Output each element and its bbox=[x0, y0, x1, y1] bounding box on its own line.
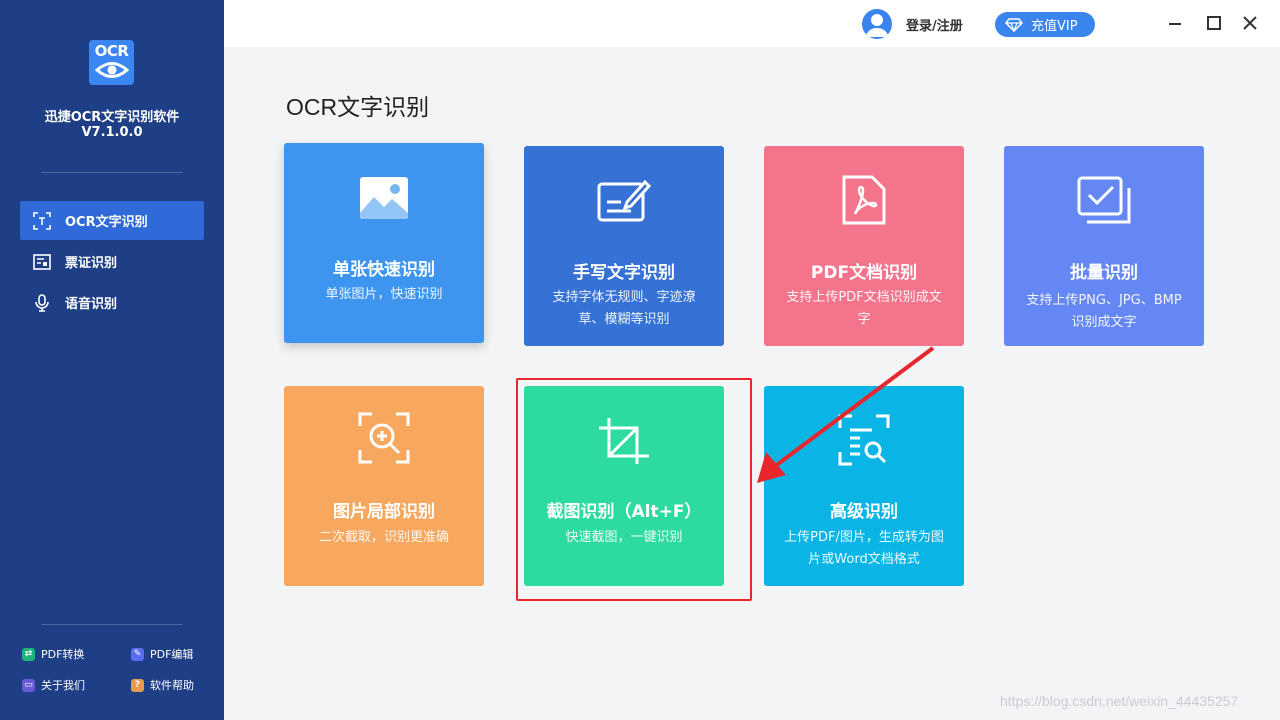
card-desc: 快速截图，一键识别 bbox=[565, 530, 683, 545]
card-single-quick[interactable]: 单张快速识别 单张图片，快速识别 bbox=[284, 143, 484, 343]
microphone-icon bbox=[32, 293, 52, 313]
pdf-edit-icon: ✎ bbox=[131, 647, 144, 661]
foot-link-label: 软件帮助 bbox=[150, 679, 194, 692]
vip-button[interactable]: 充值VIP bbox=[995, 12, 1095, 37]
user-icon bbox=[866, 14, 888, 37]
ticket-icon bbox=[32, 252, 52, 272]
sidebar-item-label: 票证识别 bbox=[65, 256, 118, 271]
card-title: 图片局部识别 bbox=[333, 502, 435, 522]
batch-icon bbox=[1004, 176, 1204, 224]
diamond-icon bbox=[1005, 17, 1023, 32]
sidebar-item-label: OCR文字识别 bbox=[65, 215, 148, 230]
card-desc: 支持字体无规则、字迹潦草、模糊等识别 bbox=[552, 290, 696, 327]
page-title: OCR文字识别 bbox=[286, 94, 430, 120]
app-name: 迅捷OCR文字识别软件 bbox=[44, 110, 180, 125]
foot-link-label: 关于我们 bbox=[41, 679, 85, 692]
pdf-icon bbox=[764, 174, 964, 226]
maximize-icon bbox=[1207, 16, 1221, 30]
login-register-link[interactable]: 登录/注册 bbox=[906, 15, 963, 34]
pdf-convert-link[interactable]: ⇄ PDF转换 bbox=[22, 646, 84, 662]
ocr-scan-icon bbox=[32, 211, 52, 231]
avatar[interactable] bbox=[862, 9, 892, 39]
foot-link-label: PDF编辑 bbox=[150, 648, 194, 661]
card-title: 高级识别 bbox=[830, 502, 898, 522]
divider bbox=[42, 624, 182, 625]
card-screenshot[interactable]: 截图识别（Alt+F） 快速截图，一键识别 bbox=[524, 386, 724, 586]
card-partial[interactable]: 图片局部识别 二次截取，识别更准确 bbox=[284, 386, 484, 586]
app-version: V7.1.0.0 bbox=[81, 125, 143, 140]
card-title: 手写文字识别 bbox=[573, 263, 675, 283]
eye-icon bbox=[94, 62, 129, 78]
card-title: 单张快速识别 bbox=[333, 260, 435, 280]
foot-link-label: PDF转换 bbox=[41, 648, 85, 661]
about-icon: ▭ bbox=[22, 678, 35, 692]
card-desc: 单张图片，快速识别 bbox=[325, 287, 443, 302]
card-title: 批量识别 bbox=[1070, 263, 1138, 283]
sidebar-item-ticket[interactable]: 票证识别 bbox=[20, 242, 204, 281]
help-link[interactable]: ? 软件帮助 bbox=[131, 677, 194, 693]
red-arrow-annotation bbox=[757, 346, 935, 483]
image-icon bbox=[284, 175, 484, 221]
sidebar-item-ocr[interactable]: OCR文字识别 bbox=[20, 201, 204, 240]
pdf-edit-link[interactable]: ✎ PDF编辑 bbox=[131, 646, 193, 662]
card-title: PDF文档识别 bbox=[810, 263, 918, 283]
card-desc: 二次截取，识别更准确 bbox=[318, 530, 449, 545]
about-link[interactable]: ▭ 关于我们 bbox=[22, 677, 85, 693]
top-bar: 登录/注册 充值VIP bbox=[224, 0, 1280, 47]
card-desc: 支持上传PNG、JPG、BMP识别成文字 bbox=[1026, 293, 1182, 330]
handwriting-icon bbox=[524, 178, 724, 222]
card-pdf[interactable]: PDF文档识别 支持上传PDF文档识别成文字 bbox=[764, 146, 964, 346]
divider bbox=[42, 172, 182, 173]
card-desc: 上传PDF/图片，生成转为图片或Word文档格式 bbox=[784, 530, 944, 567]
watermark: https://blog.csdn.net/weixin_44435257 bbox=[1000, 693, 1239, 709]
zoom-in-icon bbox=[284, 412, 484, 464]
minimize-button[interactable] bbox=[1166, 14, 1184, 32]
help-icon: ? bbox=[131, 678, 144, 692]
sidebar-item-voice[interactable]: 语音识别 bbox=[20, 283, 204, 322]
pdf-convert-icon: ⇄ bbox=[22, 647, 35, 661]
card-title: 截图识别（Alt+F） bbox=[546, 502, 702, 522]
vip-label: 充值VIP bbox=[1031, 19, 1078, 34]
sidebar-item-label: 语音识别 bbox=[65, 297, 118, 312]
close-button[interactable] bbox=[1241, 14, 1259, 32]
card-handwriting[interactable]: 手写文字识别 支持字体无规则、字迹潦草、模糊等识别 bbox=[524, 146, 724, 346]
logo-text: OCR bbox=[94, 42, 129, 60]
card-batch[interactable]: 批量识别 支持上传PNG、JPG、BMP识别成文字 bbox=[1004, 146, 1204, 346]
card-desc: 支持上传PDF文档识别成文字 bbox=[786, 290, 942, 327]
minimize-icon bbox=[1169, 23, 1181, 25]
maximize-button[interactable] bbox=[1205, 14, 1223, 32]
close-icon bbox=[1243, 16, 1257, 30]
crop-icon bbox=[524, 416, 724, 466]
app-logo: OCR bbox=[89, 40, 134, 85]
sidebar: OCR 迅捷OCR文字识别软件 V7.1.0.0 OCR文字识别 票证识别 语音… bbox=[0, 0, 224, 720]
